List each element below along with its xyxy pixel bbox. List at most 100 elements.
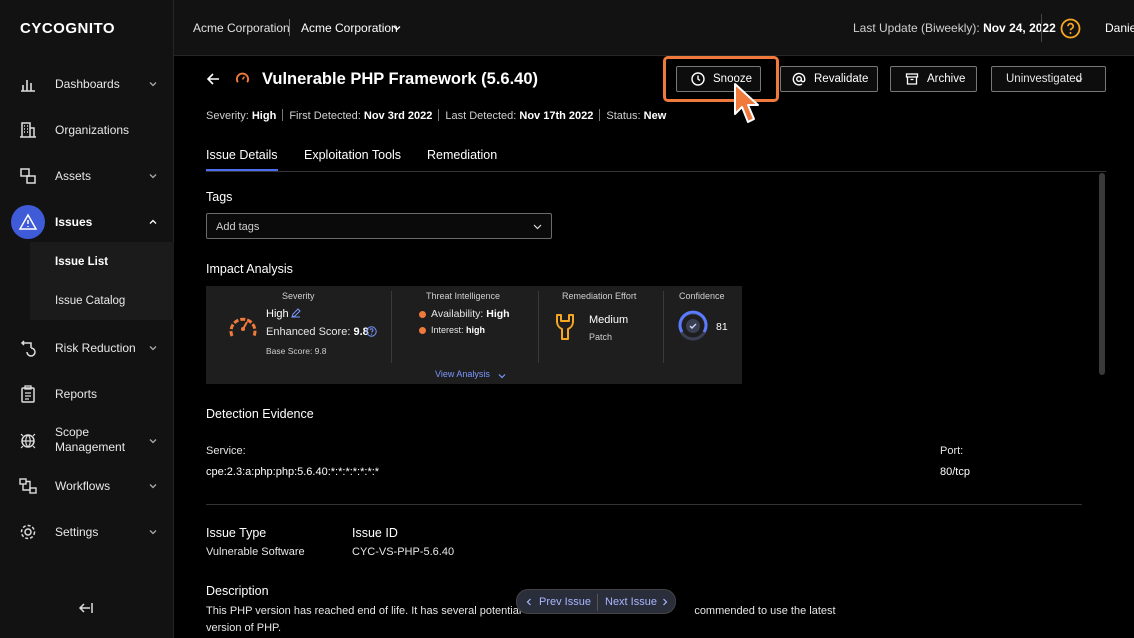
building-icon bbox=[20, 122, 36, 138]
column-divider bbox=[391, 291, 392, 363]
chevron-down-icon bbox=[149, 82, 157, 87]
help-icon[interactable] bbox=[1060, 18, 1081, 39]
service-label: Service: bbox=[206, 445, 246, 457]
meta-last-value: Nov 17th 2022 bbox=[519, 110, 594, 122]
tab-issue-details[interactable]: Issue Details bbox=[206, 148, 278, 162]
port-value: 80/tcp bbox=[940, 466, 970, 478]
main-content: Vulnerable PHP Framework (5.6.40) Snooze… bbox=[174, 56, 1134, 638]
chevron-down-icon bbox=[149, 346, 157, 351]
view-analysis-link[interactable]: View Analysis bbox=[435, 369, 490, 379]
last-update-label: Last Update (Biweekly): bbox=[853, 21, 984, 35]
revalidate-label: Revalidate bbox=[814, 73, 869, 85]
sidebar-item-label: Dashboards bbox=[55, 76, 120, 91]
description-line1: This PHP version has reached end of life… bbox=[206, 605, 522, 617]
revalidate-button[interactable]: Revalidate bbox=[780, 66, 878, 92]
meta-first-label: First Detected: bbox=[289, 110, 364, 122]
globe-icon bbox=[20, 433, 36, 449]
threat-intel-head: Threat Intelligence bbox=[426, 291, 501, 301]
chevron-down-icon bbox=[149, 174, 157, 179]
chevron-down-icon[interactable] bbox=[392, 23, 402, 33]
topbar-divider bbox=[289, 19, 290, 36]
sidebar-item-risk-reduction[interactable]: Risk Reduction bbox=[0, 331, 174, 365]
scrollbar-thumb[interactable] bbox=[1099, 173, 1105, 375]
org-primary: Acme Corporation bbox=[193, 21, 290, 35]
sidebar-item-label: Scope Management bbox=[55, 425, 125, 455]
sidebar-item-dashboards[interactable]: Dashboards bbox=[0, 67, 174, 101]
collapse-sidebar-icon[interactable] bbox=[78, 600, 94, 616]
user-name[interactable]: Daniel bbox=[1105, 21, 1134, 35]
wrench-icon bbox=[556, 314, 574, 340]
chevron-down-icon[interactable] bbox=[498, 372, 506, 380]
sidebar-item-issues[interactable]: Issues bbox=[0, 205, 174, 239]
availability: Availability: High bbox=[431, 308, 510, 320]
org-selector[interactable]: Acme Corporation bbox=[301, 21, 398, 35]
description-title: Description bbox=[206, 584, 269, 598]
chevron-left-icon[interactable] bbox=[525, 598, 533, 606]
confidence-head: Confidence bbox=[679, 291, 725, 301]
impact-analysis-title: Impact Analysis bbox=[206, 262, 293, 276]
sidebar-subitem-issue-list[interactable]: Issue List bbox=[55, 256, 108, 268]
sidebar-item-workflows[interactable]: Workflows bbox=[0, 469, 174, 503]
interest-label: Interest: bbox=[431, 325, 467, 335]
info-icon[interactable] bbox=[366, 326, 377, 337]
sidebar-item-organizations[interactable]: Organizations bbox=[0, 113, 174, 147]
sidebar-subitem-issue-catalog[interactable]: Issue Catalog bbox=[55, 295, 125, 307]
description-line2: version of PHP. bbox=[206, 622, 282, 634]
mouse-pointer-icon bbox=[734, 83, 759, 123]
sidebar-item-assets[interactable]: Assets bbox=[0, 159, 174, 193]
sidebar-item-scope-management[interactable]: Scope Management bbox=[0, 423, 174, 459]
issue-meta: Severity: High First Detected: Nov 3rd 20… bbox=[206, 109, 666, 122]
pencil-icon[interactable] bbox=[291, 308, 301, 318]
meta-severity-label: Severity: bbox=[206, 110, 252, 122]
sidebar-item-reports[interactable]: Reports bbox=[0, 377, 174, 411]
sidebar-item-settings[interactable]: Settings bbox=[0, 515, 174, 549]
remediation-effort-value: Medium bbox=[589, 314, 629, 326]
tags-select[interactable]: Add tags bbox=[206, 213, 552, 239]
next-issue-button[interactable]: Next Issue bbox=[605, 596, 657, 608]
assets-icon bbox=[20, 168, 36, 184]
prev-issue-button[interactable]: Prev Issue bbox=[539, 596, 591, 608]
severity-head: Severity bbox=[282, 291, 315, 301]
gear-icon bbox=[20, 524, 36, 540]
service-value: cpe:2.3:a:php:php:5.6.40:*:*:*:*:*:*:* bbox=[206, 466, 380, 478]
remediation-effort-type: Patch bbox=[589, 332, 613, 342]
issue-type-value: Vulnerable Software bbox=[206, 546, 305, 558]
enhanced-score-label: Enhanced Score: bbox=[266, 326, 354, 338]
tab-exploitation-tools[interactable]: Exploitation Tools bbox=[304, 148, 401, 162]
topbar-divider bbox=[1041, 14, 1042, 42]
column-divider bbox=[663, 291, 664, 363]
sidebar-item-label: Risk Reduction bbox=[55, 340, 136, 355]
meta-status-label: Status: bbox=[606, 110, 644, 122]
chevron-down-icon bbox=[149, 530, 157, 535]
chevron-down-icon bbox=[1075, 78, 1083, 83]
issue-pager: Prev Issue Next Issue bbox=[516, 589, 676, 614]
confidence-gauge-icon bbox=[678, 310, 708, 341]
meta-last-label: Last Detected: bbox=[445, 110, 520, 122]
archive-button[interactable]: Archive bbox=[890, 66, 977, 92]
chevron-right-icon[interactable] bbox=[661, 598, 669, 606]
bar-chart-icon bbox=[21, 80, 35, 92]
sidebar-item-label: Issues bbox=[55, 214, 93, 229]
archive-label: Archive bbox=[927, 73, 966, 85]
chevron-down-icon bbox=[149, 484, 157, 489]
back-arrow-icon[interactable] bbox=[206, 72, 220, 86]
detection-evidence-title: Detection Evidence bbox=[206, 407, 314, 421]
risk-reduction-icon bbox=[20, 340, 36, 357]
availability-value: High bbox=[486, 308, 510, 320]
tab-remediation[interactable]: Remediation bbox=[427, 148, 497, 162]
status-dropdown[interactable]: Uninvestigated bbox=[991, 66, 1106, 92]
severity-gauge-icon bbox=[229, 317, 257, 337]
topbar: Acme Corporation Acme Corporation Last U… bbox=[174, 0, 1134, 56]
severity-gauge-icon bbox=[235, 72, 250, 83]
confidence-value: 81 bbox=[716, 321, 728, 333]
scope-label-line1: Scope bbox=[55, 425, 90, 439]
clipboard-icon bbox=[21, 385, 35, 403]
interest-dot bbox=[419, 327, 426, 334]
pager-divider bbox=[597, 594, 598, 611]
status-dropdown-value: Uninvestigated bbox=[1006, 73, 1083, 85]
enhanced-score: Enhanced Score: 9.8 bbox=[266, 326, 369, 338]
tab-active-indicator bbox=[206, 169, 278, 171]
interest-value: high bbox=[466, 325, 486, 335]
chevron-up-icon bbox=[149, 219, 157, 224]
tags-title: Tags bbox=[206, 190, 233, 204]
